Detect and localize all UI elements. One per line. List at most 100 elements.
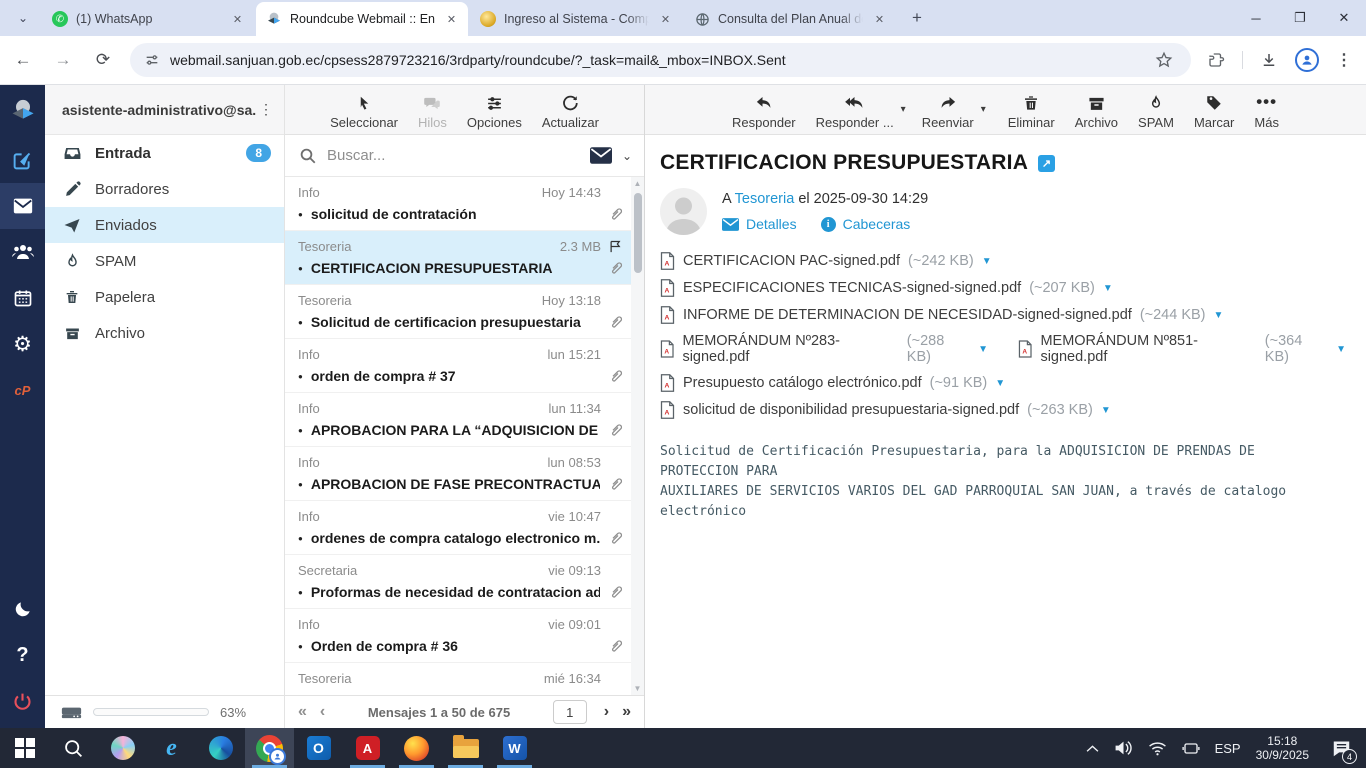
more-button[interactable]: ••• Más: [1254, 92, 1279, 134]
back-icon[interactable]: ←: [6, 43, 40, 77]
settings-gear-icon[interactable]: ⚙: [0, 321, 45, 367]
spam-button[interactable]: SPAM: [1138, 92, 1174, 134]
sidebar-item-papelera[interactable]: Papelera: [45, 279, 284, 315]
chrome-button[interactable]: [245, 728, 294, 768]
attachment[interactable]: A solicitud de disponibilidad presupuest…: [660, 401, 1111, 419]
outlook-button[interactable]: O: [294, 728, 343, 768]
firefox-button[interactable]: [392, 728, 441, 768]
tab-close-icon[interactable]: ✕: [871, 11, 888, 28]
site-info-icon[interactable]: [144, 52, 160, 68]
logout-power-icon[interactable]: [0, 678, 45, 724]
scroll-up-icon[interactable]: ▲: [634, 179, 642, 188]
tray-chevron-icon[interactable]: [1086, 744, 1099, 753]
mail-module-icon[interactable]: [0, 183, 45, 229]
extensions-icon[interactable]: [1207, 51, 1225, 69]
forward-icon[interactable]: →: [46, 43, 80, 77]
language-indicator[interactable]: ESP: [1215, 741, 1241, 756]
internet-explorer-button[interactable]: e: [147, 728, 196, 768]
reload-icon[interactable]: ⟳: [86, 43, 120, 77]
file-explorer-button[interactable]: [441, 728, 490, 768]
edge-button[interactable]: [196, 728, 245, 768]
attachment-menu-caret-icon[interactable]: ▼: [1101, 405, 1111, 416]
tab-search-icon[interactable]: ⌄: [8, 4, 38, 32]
tab-close-icon[interactable]: ✕: [443, 11, 460, 28]
attachment-menu-caret-icon[interactable]: ▼: [1214, 310, 1224, 321]
sidebar-item-archivo[interactable]: Archivo: [45, 315, 284, 351]
sidebar-item-enviados[interactable]: Enviados: [45, 207, 284, 243]
compose-icon[interactable]: [0, 137, 45, 183]
calendar-icon[interactable]: [0, 275, 45, 321]
scroll-down-icon[interactable]: ▼: [634, 684, 642, 693]
search-input[interactable]: [327, 147, 580, 164]
tab-compras[interactable]: Ingreso al Sistema - Compras P ✕: [470, 2, 682, 36]
acrobat-button[interactable]: A: [343, 728, 392, 768]
attachment-menu-caret-icon[interactable]: ▼: [982, 256, 992, 267]
attachment[interactable]: A MEMORÁNDUM Nº283-signed.pdf (~288 KB) …: [660, 333, 988, 365]
attachment-menu-caret-icon[interactable]: ▼: [978, 344, 988, 355]
recipient-link[interactable]: Tesoreria: [735, 191, 795, 207]
last-page-icon[interactable]: »: [622, 703, 631, 721]
notification-center-button[interactable]: 4: [1324, 728, 1358, 768]
contacts-icon[interactable]: [0, 229, 45, 275]
scrollbar-thumb[interactable]: [633, 193, 642, 273]
tab-roundcube[interactable]: Roundcube Webmail :: Enviados ✕: [256, 2, 468, 36]
message-row[interactable]: Tesoreriamié 16:34 ●: [285, 663, 631, 695]
tab-close-icon[interactable]: ✕: [229, 11, 246, 28]
help-icon[interactable]: ?: [0, 632, 45, 678]
message-row[interactable]: Info vie 09:01 ● Orden de compra # 36: [285, 609, 631, 663]
tab-whatsapp[interactable]: ✆ (1) WhatsApp ✕: [42, 2, 254, 36]
minimize-button[interactable]: ─: [1234, 0, 1278, 36]
details-toggle[interactable]: Detalles: [722, 216, 797, 232]
close-button[interactable]: ✕: [1322, 0, 1366, 36]
menu-kebab-icon[interactable]: ⋮: [1336, 50, 1352, 70]
url-text[interactable]: webmail.sanjuan.gob.ec/cpsess2879723216/…: [170, 52, 786, 68]
dark-mode-moon-icon[interactable]: [0, 586, 45, 632]
headers-toggle[interactable]: i Cabeceras: [820, 216, 910, 232]
forward-caret-icon[interactable]: ▾: [981, 104, 986, 115]
select-button[interactable]: Seleccionar: [330, 92, 398, 134]
attachment[interactable]: A CERTIFICACION PAC-signed.pdf (~242 KB)…: [660, 252, 992, 270]
sidebar-item-spam[interactable]: SPAM: [45, 243, 284, 279]
tab-plan-anual[interactable]: Consulta del Plan Anual de Con ✕: [684, 2, 896, 36]
message-row[interactable]: Info lun 08:53 ● APROBACION DE FASE PRECON…: [285, 447, 631, 501]
list-scrollbar[interactable]: ▲ ▼: [631, 177, 644, 695]
profile-icon[interactable]: [1295, 48, 1319, 72]
archive-button[interactable]: Archivo: [1075, 92, 1118, 134]
search-scope-mail-icon[interactable]: [589, 147, 612, 164]
message-row[interactable]: Info lun 15:21 ● orden de compra # 37: [285, 339, 631, 393]
attachment[interactable]: A ESPECIFICACIONES TECNICAS-signed-signe…: [660, 279, 1113, 297]
volume-icon[interactable]: [1114, 740, 1133, 756]
new-tab-button[interactable]: +: [904, 5, 930, 31]
search-options-chevron-icon[interactable]: ⌄: [622, 149, 632, 163]
attachment-menu-caret-icon[interactable]: ▼: [995, 378, 1005, 389]
clock[interactable]: 15:18 30/9/2025: [1256, 734, 1309, 762]
address-bar[interactable]: webmail.sanjuan.gob.ec/cpsess2879723216/…: [130, 43, 1191, 77]
options-button[interactable]: Opciones: [467, 92, 522, 134]
page-number-input[interactable]: [552, 700, 587, 724]
attachment-menu-caret-icon[interactable]: ▼: [1336, 344, 1346, 355]
cpanel-icon[interactable]: cP: [0, 367, 45, 413]
open-in-new-window-icon[interactable]: ↗: [1038, 154, 1056, 172]
message-row[interactable]: Tesoreria Hoy 13:18 ● Solicitud de certifi…: [285, 285, 631, 339]
tab-close-icon[interactable]: ✕: [657, 11, 674, 28]
reply-all-button[interactable]: Responder ... ▾: [816, 92, 906, 134]
reply-all-caret-icon[interactable]: ▾: [901, 104, 906, 115]
mark-button[interactable]: Marcar: [1194, 92, 1234, 134]
sidebar-item-entrada[interactable]: Entrada 8: [45, 135, 284, 171]
forward-button[interactable]: Reenviar ▾: [922, 92, 986, 134]
cast-icon[interactable]: [1182, 741, 1200, 756]
threads-button[interactable]: Hilos: [418, 92, 447, 134]
restore-button[interactable]: ❐: [1278, 0, 1322, 36]
first-page-icon[interactable]: «: [298, 703, 307, 721]
attachment[interactable]: A INFORME DE DETERMINACION DE NECESIDAD-…: [660, 306, 1223, 324]
attachment[interactable]: A MEMORÁNDUM Nº851-signed.pdf (~364 KB) …: [1018, 333, 1346, 365]
next-page-icon[interactable]: ›: [604, 703, 609, 721]
downloads-icon[interactable]: [1260, 51, 1278, 69]
refresh-button[interactable]: Actualizar: [542, 92, 599, 134]
bookmark-star-icon[interactable]: [1155, 51, 1173, 69]
message-row-selected[interactable]: Tesoreria 2.3 MB ● CERTIFICACION PRESUPUES…: [285, 231, 631, 285]
start-button[interactable]: [0, 728, 49, 768]
attachment[interactable]: A Presupuesto catálogo electrónico.pdf (…: [660, 374, 1005, 392]
word-button[interactable]: W: [490, 728, 539, 768]
attachment-menu-caret-icon[interactable]: ▼: [1103, 283, 1113, 294]
